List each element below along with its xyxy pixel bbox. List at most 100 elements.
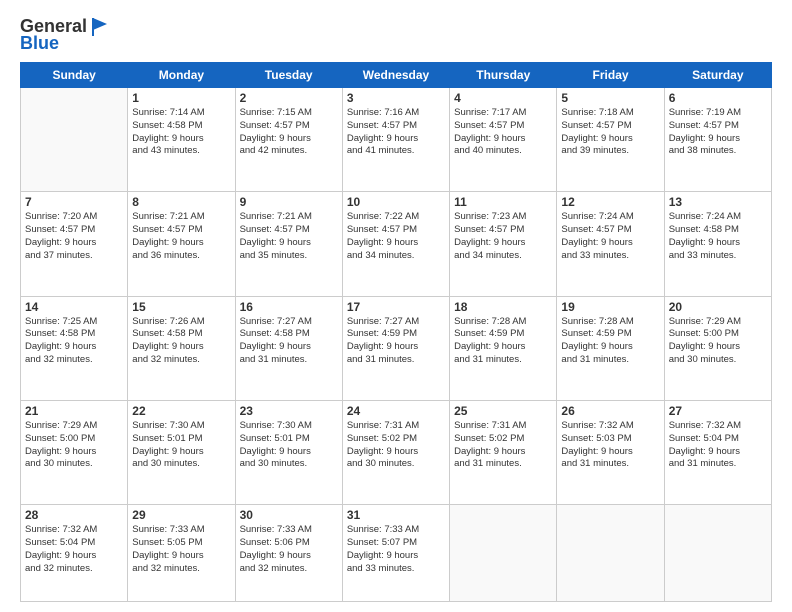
calendar-header-row: SundayMondayTuesdayWednesdayThursdayFrid…: [21, 63, 772, 88]
day-info: Sunrise: 7:14 AMSunset: 4:58 PMDaylight:…: [132, 107, 230, 158]
calendar-week-row: 28 Sunrise: 7:32 AMSunset: 5:04 PMDayligh…: [21, 505, 772, 602]
day-info: Sunrise: 7:24 AMSunset: 4:58 PMDaylight:…: [669, 211, 767, 262]
day-info: Sunrise: 7:27 AMSunset: 4:58 PMDaylight:…: [240, 316, 338, 367]
day-info: Sunrise: 7:32 AMSunset: 5:03 PMDaylight:…: [561, 420, 659, 471]
calendar-cell: 9 Sunrise: 7:21 AMSunset: 4:57 PMDaylight…: [235, 192, 342, 296]
day-info: Sunrise: 7:19 AMSunset: 4:57 PMDaylight:…: [669, 107, 767, 158]
day-number: 16: [240, 300, 338, 314]
day-info: Sunrise: 7:33 AMSunset: 5:06 PMDaylight:…: [240, 524, 338, 575]
calendar-cell: 3 Sunrise: 7:16 AMSunset: 4:57 PMDaylight…: [342, 88, 449, 192]
calendar-cell: 10 Sunrise: 7:22 AMSunset: 4:57 PMDayligh…: [342, 192, 449, 296]
calendar-cell: 14 Sunrise: 7:25 AMSunset: 4:58 PMDayligh…: [21, 296, 128, 400]
day-number: 12: [561, 195, 659, 209]
day-number: 4: [454, 91, 552, 105]
day-number: 5: [561, 91, 659, 105]
weekday-header: Wednesday: [342, 63, 449, 88]
calendar-cell: 12 Sunrise: 7:24 AMSunset: 4:57 PMDayligh…: [557, 192, 664, 296]
calendar-cell: 21 Sunrise: 7:29 AMSunset: 5:00 PMDayligh…: [21, 400, 128, 504]
calendar-cell: 18 Sunrise: 7:28 AMSunset: 4:59 PMDayligh…: [450, 296, 557, 400]
calendar-cell: 25 Sunrise: 7:31 AMSunset: 5:02 PMDayligh…: [450, 400, 557, 504]
calendar-cell: 19 Sunrise: 7:28 AMSunset: 4:59 PMDayligh…: [557, 296, 664, 400]
calendar-cell: [450, 505, 557, 602]
calendar-cell: [557, 505, 664, 602]
day-number: 14: [25, 300, 123, 314]
calendar-cell: 31 Sunrise: 7:33 AMSunset: 5:07 PMDayligh…: [342, 505, 449, 602]
logo-blue-text: Blue: [20, 33, 59, 54]
day-number: 7: [25, 195, 123, 209]
page: General Blue SundayMondayTuesdayWednesda…: [0, 0, 792, 612]
day-number: 27: [669, 404, 767, 418]
calendar-cell: 28 Sunrise: 7:32 AMSunset: 5:04 PMDayligh…: [21, 505, 128, 602]
day-info: Sunrise: 7:33 AMSunset: 5:07 PMDaylight:…: [347, 524, 445, 575]
day-info: Sunrise: 7:32 AMSunset: 5:04 PMDaylight:…: [669, 420, 767, 471]
day-info: Sunrise: 7:29 AMSunset: 5:00 PMDaylight:…: [25, 420, 123, 471]
day-number: 15: [132, 300, 230, 314]
calendar-cell: 15 Sunrise: 7:26 AMSunset: 4:58 PMDayligh…: [128, 296, 235, 400]
calendar-cell: 24 Sunrise: 7:31 AMSunset: 5:02 PMDayligh…: [342, 400, 449, 504]
weekday-header: Sunday: [21, 63, 128, 88]
calendar-cell: 7 Sunrise: 7:20 AMSunset: 4:57 PMDaylight…: [21, 192, 128, 296]
calendar-cell: 1 Sunrise: 7:14 AMSunset: 4:58 PMDaylight…: [128, 88, 235, 192]
day-info: Sunrise: 7:20 AMSunset: 4:57 PMDaylight:…: [25, 211, 123, 262]
day-info: Sunrise: 7:30 AMSunset: 5:01 PMDaylight:…: [132, 420, 230, 471]
logo: General Blue: [20, 16, 111, 54]
day-number: 18: [454, 300, 552, 314]
day-number: 1: [132, 91, 230, 105]
day-number: 2: [240, 91, 338, 105]
day-info: Sunrise: 7:15 AMSunset: 4:57 PMDaylight:…: [240, 107, 338, 158]
calendar-cell: 16 Sunrise: 7:27 AMSunset: 4:58 PMDayligh…: [235, 296, 342, 400]
day-number: 19: [561, 300, 659, 314]
day-info: Sunrise: 7:21 AMSunset: 4:57 PMDaylight:…: [132, 211, 230, 262]
day-number: 28: [25, 508, 123, 522]
logo-flag-icon: [89, 18, 111, 36]
day-number: 11: [454, 195, 552, 209]
day-info: Sunrise: 7:17 AMSunset: 4:57 PMDaylight:…: [454, 107, 552, 158]
day-info: Sunrise: 7:28 AMSunset: 4:59 PMDaylight:…: [454, 316, 552, 367]
day-info: Sunrise: 7:31 AMSunset: 5:02 PMDaylight:…: [454, 420, 552, 471]
day-info: Sunrise: 7:27 AMSunset: 4:59 PMDaylight:…: [347, 316, 445, 367]
calendar-cell: 4 Sunrise: 7:17 AMSunset: 4:57 PMDaylight…: [450, 88, 557, 192]
calendar-cell: 11 Sunrise: 7:23 AMSunset: 4:57 PMDayligh…: [450, 192, 557, 296]
day-number: 23: [240, 404, 338, 418]
day-number: 21: [25, 404, 123, 418]
day-info: Sunrise: 7:25 AMSunset: 4:58 PMDaylight:…: [25, 316, 123, 367]
day-number: 22: [132, 404, 230, 418]
weekday-header: Friday: [557, 63, 664, 88]
day-info: Sunrise: 7:22 AMSunset: 4:57 PMDaylight:…: [347, 211, 445, 262]
day-info: Sunrise: 7:24 AMSunset: 4:57 PMDaylight:…: [561, 211, 659, 262]
day-number: 3: [347, 91, 445, 105]
calendar-cell: 23 Sunrise: 7:30 AMSunset: 5:01 PMDayligh…: [235, 400, 342, 504]
calendar-cell: 26 Sunrise: 7:32 AMSunset: 5:03 PMDayligh…: [557, 400, 664, 504]
day-info: Sunrise: 7:32 AMSunset: 5:04 PMDaylight:…: [25, 524, 123, 575]
day-number: 31: [347, 508, 445, 522]
calendar-cell: 20Sunrise: 7:29 AMSunset: 5:00 PMDayligh…: [664, 296, 771, 400]
day-number: 9: [240, 195, 338, 209]
day-info: Sunrise: 7:33 AMSunset: 5:05 PMDaylight:…: [132, 524, 230, 575]
day-info: Sunrise: 7:21 AMSunset: 4:57 PMDaylight:…: [240, 211, 338, 262]
day-number: 26: [561, 404, 659, 418]
day-number: 30: [240, 508, 338, 522]
day-number: 25: [454, 404, 552, 418]
calendar-cell: 30 Sunrise: 7:33 AMSunset: 5:06 PMDayligh…: [235, 505, 342, 602]
day-info: Sunrise: 7:18 AMSunset: 4:57 PMDaylight:…: [561, 107, 659, 158]
day-number: 10: [347, 195, 445, 209]
day-info: Sunrise: 7:28 AMSunset: 4:59 PMDaylight:…: [561, 316, 659, 367]
day-info: Sunrise: 7:26 AMSunset: 4:58 PMDaylight:…: [132, 316, 230, 367]
calendar-cell: 8Sunrise: 7:21 AMSunset: 4:57 PMDaylight…: [128, 192, 235, 296]
day-number: 20: [669, 300, 767, 314]
calendar-cell: 5 Sunrise: 7:18 AMSunset: 4:57 PMDaylight…: [557, 88, 664, 192]
calendar-cell: 27 Sunrise: 7:32 AMSunset: 5:04 PMDayligh…: [664, 400, 771, 504]
calendar-cell: 2 Sunrise: 7:15 AMSunset: 4:57 PMDaylight…: [235, 88, 342, 192]
day-number: 17: [347, 300, 445, 314]
calendar-week-row: 1 Sunrise: 7:14 AMSunset: 4:58 PMDaylight…: [21, 88, 772, 192]
calendar-cell: 29 Sunrise: 7:33 AMSunset: 5:05 PMDayligh…: [128, 505, 235, 602]
weekday-header: Saturday: [664, 63, 771, 88]
calendar-table: SundayMondayTuesdayWednesdayThursdayFrid…: [20, 62, 772, 602]
day-number: 24: [347, 404, 445, 418]
day-info: Sunrise: 7:31 AMSunset: 5:02 PMDaylight:…: [347, 420, 445, 471]
day-info: Sunrise: 7:16 AMSunset: 4:57 PMDaylight:…: [347, 107, 445, 158]
day-number: 29: [132, 508, 230, 522]
day-info: Sunrise: 7:30 AMSunset: 5:01 PMDaylight:…: [240, 420, 338, 471]
calendar-week-row: 7 Sunrise: 7:20 AMSunset: 4:57 PMDaylight…: [21, 192, 772, 296]
day-info: Sunrise: 7:23 AMSunset: 4:57 PMDaylight:…: [454, 211, 552, 262]
